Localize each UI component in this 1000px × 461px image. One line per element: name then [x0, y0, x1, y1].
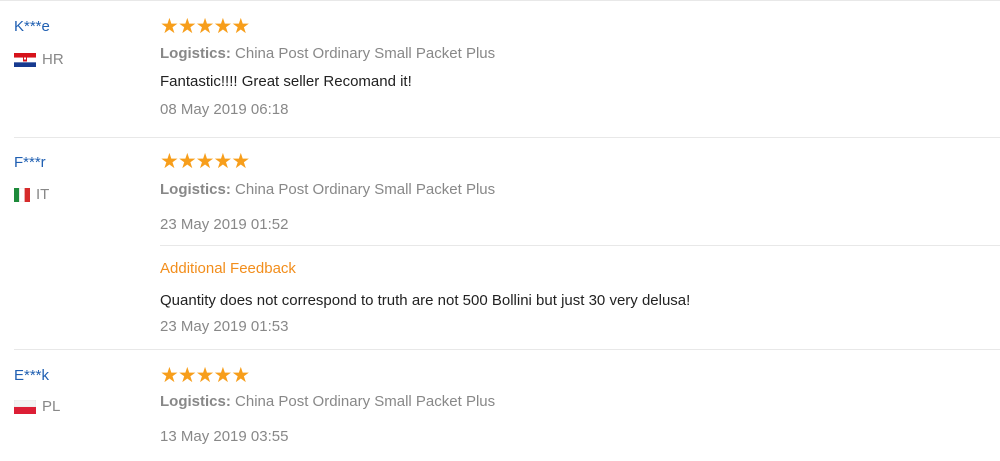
reviewer-country: HR: [14, 51, 64, 68]
logistics-label: Logistics:: [160, 45, 231, 62]
review-date: 08 May 2019 06:18: [160, 101, 289, 118]
logistics-line: Logistics: China Post Ordinary Small Pac…: [160, 45, 495, 62]
country-code: IT: [36, 186, 50, 203]
review-divider: [14, 137, 1000, 138]
star-rating: ★ ★ ★ ★ ★: [160, 150, 250, 173]
review-date: 13 May 2019 03:55: [160, 428, 289, 445]
review-date: 23 May 2019 01:52: [160, 216, 289, 233]
additional-feedback-text: Quantity does not correspond to truth ar…: [160, 292, 691, 309]
reviewer-name[interactable]: K***e: [14, 18, 50, 35]
star-icon: ★: [195, 364, 215, 387]
star-icon: ★: [177, 150, 197, 173]
star-icon: ★: [160, 15, 179, 38]
star-icon: ★: [213, 15, 232, 38]
review-divider: [14, 349, 1000, 350]
star-rating: ★ ★ ★ ★ ★: [160, 364, 250, 387]
reviewer-country: PL: [14, 398, 60, 415]
feedback-text: Fantastic!!!! Great seller Recomand it!: [160, 73, 412, 90]
star-icon: ★: [177, 364, 197, 387]
top-divider: [0, 0, 1000, 1]
logistics-line: Logistics: China Post Ordinary Small Pac…: [160, 181, 495, 198]
reviewer-name[interactable]: F***r: [14, 154, 46, 171]
poland-flag-icon: [14, 399, 36, 414]
additional-feedback-title: Additional Feedback: [160, 260, 296, 277]
additional-feedback-date: 23 May 2019 01:53: [160, 318, 289, 335]
star-icon: ★: [231, 150, 250, 173]
country-code: HR: [42, 51, 64, 68]
logistics-label: Logistics:: [160, 393, 231, 410]
additional-feedback-divider: [160, 245, 1000, 246]
country-code: PL: [42, 398, 61, 415]
croatia-flag-icon: [14, 52, 36, 67]
logistics-label: Logistics:: [160, 181, 231, 198]
star-icon: ★: [160, 364, 179, 387]
star-icon: ★: [160, 150, 179, 173]
italy-flag-icon: [14, 187, 30, 202]
logistics-line: Logistics: China Post Ordinary Small Pac…: [160, 393, 495, 410]
reviewer-name[interactable]: E***k: [14, 367, 49, 384]
logistics-value: China Post Ordinary Small Packet Plus: [235, 45, 496, 62]
star-icon: ★: [195, 15, 215, 38]
star-icon: ★: [213, 150, 232, 173]
star-icon: ★: [195, 150, 215, 173]
logistics-value: China Post Ordinary Small Packet Plus: [235, 393, 496, 410]
reviewer-country: IT: [14, 186, 49, 203]
star-icon: ★: [231, 15, 250, 38]
star-icon: ★: [213, 364, 232, 387]
star-icon: ★: [231, 364, 250, 387]
logistics-value: China Post Ordinary Small Packet Plus: [235, 181, 496, 198]
star-icon: ★: [177, 15, 197, 38]
star-rating: ★ ★ ★ ★ ★: [160, 15, 250, 38]
